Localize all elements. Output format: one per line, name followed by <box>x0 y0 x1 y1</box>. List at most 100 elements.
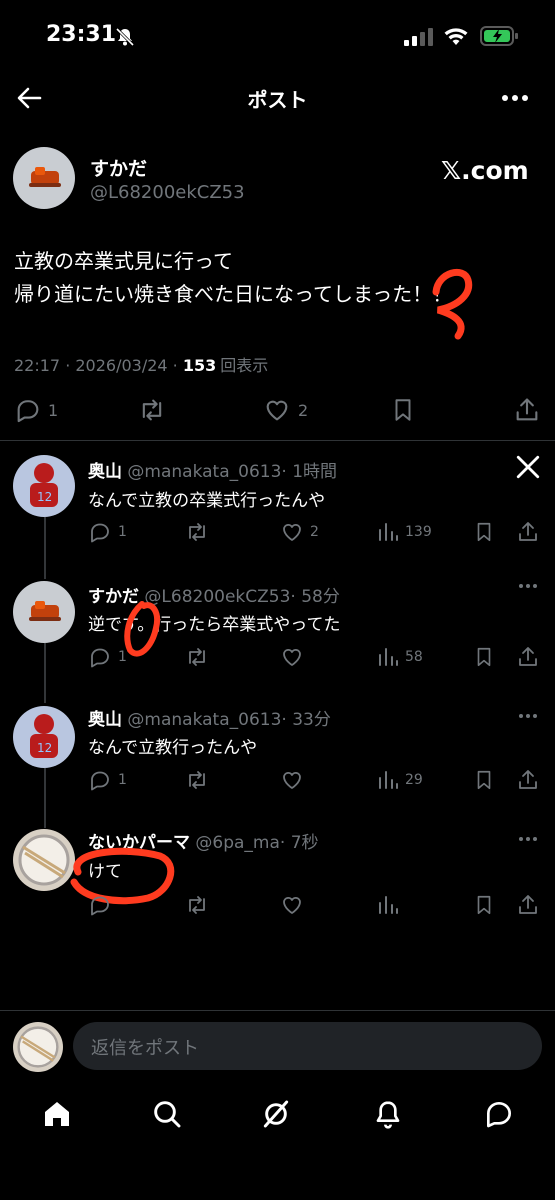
reply-text: なんで立教の卒業式行ったんや <box>88 491 326 511</box>
reply-action[interactable]: 1 <box>88 520 127 544</box>
share-icon[interactable] <box>513 396 541 424</box>
taiyaki-avatar-icon <box>29 167 61 187</box>
robot-avatar-icon: 12 <box>30 463 58 507</box>
bookmark-icon[interactable] <box>473 768 495 792</box>
view-count: 139 <box>405 524 432 540</box>
author-handle[interactable]: @L68200ekCZ53 <box>90 182 245 203</box>
share-icon[interactable] <box>516 893 540 917</box>
reply-time: · 58分 <box>290 587 340 607</box>
like-action[interactable]: 2 <box>262 396 308 424</box>
reply-avatar[interactable] <box>13 581 75 643</box>
reply-count: 1 <box>48 400 59 420</box>
divider <box>0 440 555 441</box>
view-count: 29 <box>405 772 423 788</box>
status-bar: 23:31 <box>0 0 555 70</box>
wifi-icon <box>444 28 468 45</box>
repost-icon <box>189 523 205 541</box>
notifications-bell-icon[interactable] <box>372 1098 404 1130</box>
home-icon[interactable] <box>41 1098 73 1130</box>
author-name[interactable]: すかだ <box>90 154 147 181</box>
cellular-signal-icon <box>404 28 433 46</box>
reply-author-handle[interactable]: @L68200ekCZ53 <box>144 587 290 607</box>
red-annotation <box>70 847 175 905</box>
thread-line <box>44 768 46 828</box>
own-avatar[interactable] <box>13 1022 63 1072</box>
reply-time: · 1時間 <box>281 462 338 482</box>
analytics-icon <box>379 523 398 541</box>
share-icon[interactable] <box>516 645 540 669</box>
view-count: 153 <box>182 356 217 375</box>
thread-line <box>44 517 46 579</box>
reply-avatar[interactable]: 12 <box>13 455 75 517</box>
messages-icon[interactable] <box>482 1098 516 1130</box>
grok-icon[interactable] <box>260 1098 292 1130</box>
repost-action[interactable] <box>184 520 210 544</box>
views-action[interactable]: 29 <box>377 768 423 792</box>
view-count: 58 <box>405 649 423 665</box>
heart-icon <box>283 523 301 541</box>
battery-charging-icon <box>480 26 518 46</box>
red-annotation <box>432 268 473 340</box>
reply-time: · 33分 <box>281 710 331 730</box>
reply-count: 1 <box>118 649 127 665</box>
reply-author-name[interactable]: 奥山 <box>88 462 122 482</box>
bookmark-icon[interactable] <box>473 645 495 669</box>
heart-icon <box>283 896 301 914</box>
reply-author-name[interactable]: 奥山 <box>88 710 122 730</box>
reply-icon <box>91 523 109 543</box>
bowl-avatar-icon <box>17 1026 59 1068</box>
heart-icon <box>283 648 301 666</box>
reply-input[interactable]: 返信をポスト <box>73 1022 542 1070</box>
reply-author-handle[interactable]: @manakata_0613 <box>127 462 281 482</box>
repost-action[interactable] <box>184 645 210 669</box>
svg-text:12: 12 <box>37 490 52 504</box>
reply-author-handle[interactable]: @6pa_ma <box>195 833 280 853</box>
repost-action[interactable] <box>137 396 167 424</box>
author-avatar[interactable] <box>13 147 75 209</box>
post-timestamp: 22:17 · 2026/03/24 · <box>14 356 183 375</box>
like-count: 2 <box>310 524 319 540</box>
views-action[interactable]: 139 <box>377 520 432 544</box>
reply-icon <box>17 400 39 423</box>
views-action[interactable]: 58 <box>377 645 423 669</box>
view-count-label: 回表示 <box>220 356 269 375</box>
thread-line <box>44 643 46 703</box>
like-action[interactable]: 2 <box>280 520 319 544</box>
bookmark-icon[interactable] <box>390 396 416 424</box>
analytics-icon <box>379 896 398 914</box>
reply-action[interactable]: 1 <box>88 645 127 669</box>
bookmark-icon[interactable] <box>473 893 495 917</box>
reply-count: 1 <box>118 524 127 540</box>
search-icon[interactable] <box>151 1098 183 1130</box>
reply-icon <box>91 896 109 916</box>
bookmark-icon[interactable] <box>473 520 495 544</box>
reply-action[interactable]: 1 <box>14 396 58 424</box>
more-options-icon[interactable] <box>518 583 538 589</box>
post-text: 立教の卒業式見に行って 帰り道にたい焼き食べた日になってしまった！！ <box>14 245 452 311</box>
x-logo-icon <box>516 455 540 479</box>
share-icon[interactable] <box>516 768 540 792</box>
reply-action[interactable] <box>88 893 112 917</box>
reply-author-handle[interactable]: @manakata_0613 <box>127 710 281 730</box>
like-action[interactable] <box>280 893 304 917</box>
share-icon[interactable] <box>516 520 540 544</box>
reply-header: 奥山 @manakata_0613· 1時間 <box>88 457 337 482</box>
repost-action[interactable] <box>184 893 210 917</box>
reply-action[interactable]: 1 <box>88 768 127 792</box>
robot-avatar-icon: 12 <box>30 714 58 758</box>
reply-avatar[interactable]: 12 <box>13 706 75 768</box>
repost-action[interactable] <box>184 768 210 792</box>
reply-icon <box>91 771 109 791</box>
like-action[interactable] <box>280 768 304 792</box>
analytics-icon <box>379 771 398 789</box>
views-action[interactable] <box>377 893 399 917</box>
reply-time: · 7秒 <box>279 833 319 853</box>
post-text-line: 帰り道にたい焼き食べた日になってしまった！！ <box>14 282 453 306</box>
heart-icon <box>266 400 288 421</box>
more-options-icon[interactable] <box>518 713 538 719</box>
reply-header: 奥山 @manakata_0613· 33分 <box>88 705 331 730</box>
more-options-icon[interactable] <box>501 94 529 102</box>
x-source-label: 𝕏.com <box>441 156 529 185</box>
like-action[interactable] <box>280 645 304 669</box>
more-options-icon[interactable] <box>518 836 538 842</box>
